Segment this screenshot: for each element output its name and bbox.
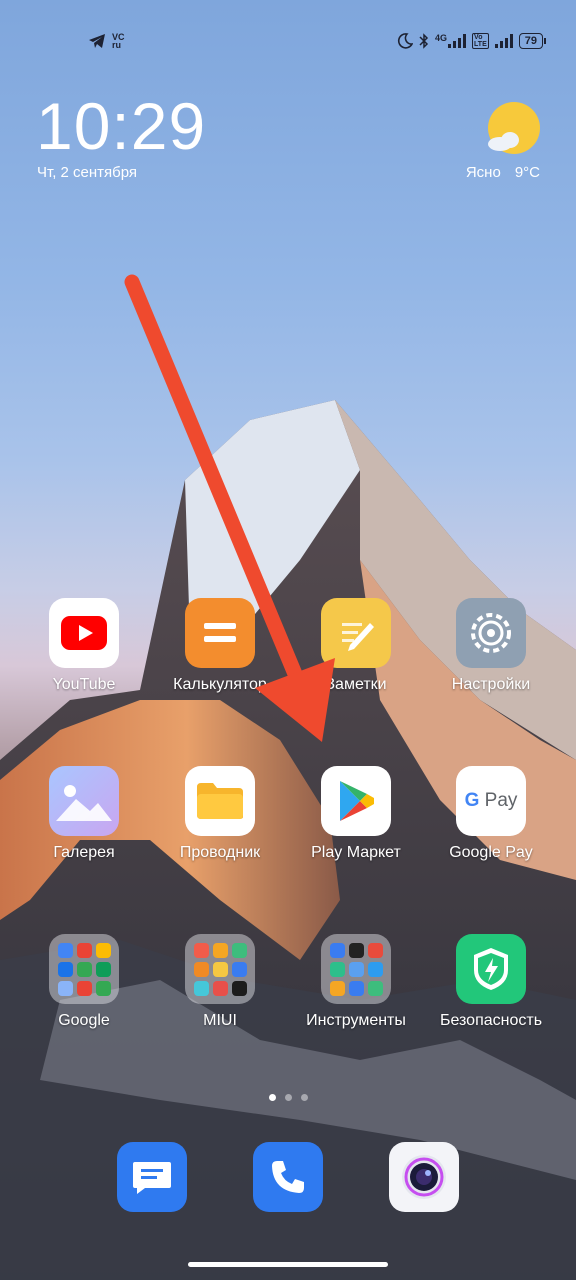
- calculator-icon: [185, 598, 255, 668]
- app-calculator[interactable]: Калькулятор: [155, 598, 285, 694]
- app-label: Галерея: [53, 844, 115, 861]
- app-label: Google Pay: [449, 844, 533, 861]
- volte-badge: Vo LTE: [472, 33, 489, 49]
- battery-icon: 79: [518, 33, 546, 49]
- app-file-manager[interactable]: Проводник: [155, 766, 285, 862]
- network-type: 4G: [435, 34, 467, 48]
- notes-icon: [321, 598, 391, 668]
- page-dot-1[interactable]: [268, 1094, 276, 1101]
- app-notes[interactable]: Заметки: [291, 598, 421, 694]
- app-label: Инструменты: [306, 1012, 406, 1029]
- bluetooth-icon: [419, 33, 429, 49]
- app-label: YouTube: [52, 676, 116, 693]
- app-label: Калькулятор: [173, 676, 267, 693]
- google-folder-icon: [49, 934, 119, 1004]
- signal-icon: [448, 34, 467, 48]
- folder-icon: [185, 766, 255, 836]
- app-google-pay[interactable]: G Pay Google Pay: [426, 766, 556, 862]
- security-shield-icon: [456, 934, 526, 1004]
- page-dot-3[interactable]: [300, 1094, 308, 1101]
- app-label: Google: [58, 1012, 110, 1029]
- home-screen: VC ru 4G Vo LTE 79 10:29 Чт, 2 сентября …: [0, 0, 576, 1280]
- phone-icon: [253, 1142, 323, 1212]
- gesture-handle[interactable]: [188, 1262, 388, 1267]
- telegram-icon: [89, 34, 105, 48]
- dock-messages[interactable]: [87, 1142, 217, 1212]
- temperature: 9°C: [514, 164, 540, 181]
- camera-icon: [389, 1142, 459, 1212]
- dock-phone[interactable]: [223, 1142, 353, 1212]
- sun-cloud-icon[interactable]: [484, 100, 542, 158]
- weather-condition: Ясно: [465, 164, 501, 181]
- tools-folder-icon: [321, 934, 391, 1004]
- status-bar-left: VC ru: [88, 30, 125, 52]
- messages-icon: [117, 1142, 187, 1212]
- app-gallery[interactable]: Галерея: [19, 766, 149, 862]
- app-label: Play Маркет: [311, 844, 401, 861]
- dock-camera[interactable]: [359, 1142, 489, 1212]
- app-play-market[interactable]: Play Маркет: [291, 766, 421, 862]
- vc-ru-badge: VC ru: [112, 32, 125, 50]
- youtube-icon: [49, 598, 119, 668]
- page-dot-2[interactable]: [284, 1094, 292, 1101]
- app-label: Заметки: [325, 676, 387, 693]
- weather-widget[interactable]: Ясно 9°C: [466, 164, 540, 181]
- app-label: MIUI: [203, 1012, 237, 1029]
- moon-icon: [397, 33, 414, 49]
- gallery-icon: [49, 766, 119, 836]
- app-settings[interactable]: Настройки: [426, 598, 556, 694]
- app-youtube[interactable]: YouTube: [19, 598, 149, 694]
- play-store-icon: [321, 766, 391, 836]
- clock[interactable]: 10:29: [36, 88, 206, 164]
- settings-gear-icon: [456, 598, 526, 668]
- google-pay-icon: G Pay: [456, 766, 526, 836]
- battery-level: 79: [518, 33, 543, 49]
- folder-miui[interactable]: MIUI: [155, 934, 285, 1030]
- signal-icon-2: [494, 34, 513, 48]
- page-indicator[interactable]: [0, 1094, 576, 1101]
- app-label: Проводник: [179, 844, 261, 861]
- date-label[interactable]: Чт, 2 сентября: [37, 164, 137, 181]
- miui-folder-icon: [185, 934, 255, 1004]
- folder-google[interactable]: Google: [19, 934, 149, 1030]
- app-label: Настройки: [451, 676, 531, 693]
- app-label: Безопасность: [439, 1012, 543, 1029]
- folder-tools[interactable]: Инструменты: [291, 934, 421, 1030]
- status-bar-right: 4G Vo LTE 79: [397, 30, 546, 52]
- app-security[interactable]: Безопасность: [426, 934, 556, 1030]
